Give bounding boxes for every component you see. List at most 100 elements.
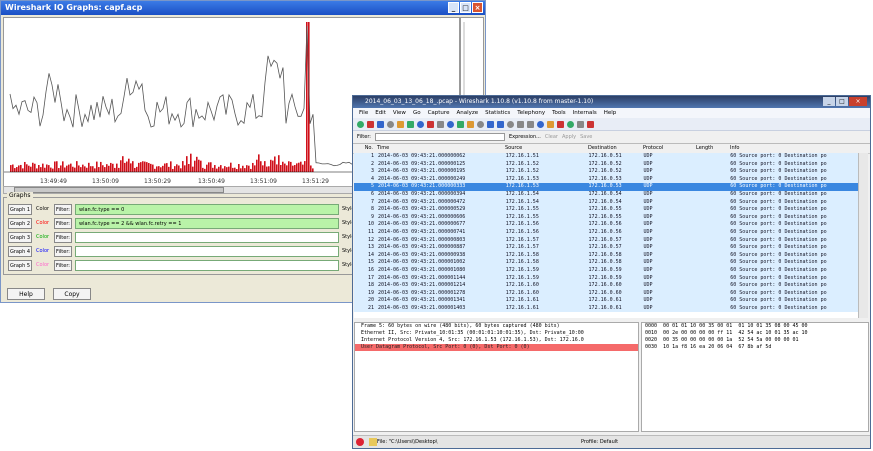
column-header[interactable]: Length <box>694 144 728 153</box>
packet-row[interactable]: 12 2014-06-03 09:43:21.000000803 172.16.1.… <box>354 236 858 245</box>
resize-columns-icon[interactable] <box>557 120 564 128</box>
restart-icon[interactable] <box>397 120 404 128</box>
detail-tree-item[interactable]: Internet Protocol Version 4, Src: 172.16… <box>355 337 638 344</box>
graph-toggle-button[interactable]: Graph 3 <box>8 232 32 243</box>
packet-row[interactable]: 11 2014-06-03 09:43:21.000000741 172.16.1.… <box>354 228 858 237</box>
close-icon[interactable]: × <box>472 2 483 13</box>
display-filter-input[interactable] <box>374 133 505 141</box>
last-packet-icon[interactable] <box>497 120 504 128</box>
menu-item[interactable]: Help <box>604 108 617 118</box>
maximize-icon[interactable]: □ <box>460 2 471 13</box>
packet-row[interactable]: 2 2014-06-03 09:43:21.000000125 172.16.1.5… <box>354 160 858 169</box>
expression-button[interactable]: Expression... <box>509 134 541 140</box>
packet-bytes-pane[interactable]: 0000 00 01 01 10 00 35 00 01 01 10 01 35… <box>641 322 869 432</box>
apply-button[interactable]: Apply <box>562 134 576 140</box>
graph-filter-button[interactable]: Filter: <box>54 204 72 215</box>
copy-button[interactable]: Copy <box>53 288 91 300</box>
first-packet-icon[interactable] <box>487 120 494 128</box>
graph-toggle-button[interactable]: Graph 5 <box>8 260 32 271</box>
detail-tree-item[interactable]: User Datagram Protocol, Src Port: 0 (0),… <box>355 344 638 351</box>
autoscroll-icon[interactable] <box>517 120 524 128</box>
graph-color-label[interactable]: Color <box>36 220 49 226</box>
graph-filter-input[interactable] <box>75 246 339 257</box>
graph-color-label[interactable]: Color <box>36 262 49 268</box>
save-button[interactable]: Save <box>580 134 592 140</box>
packet-row[interactable]: 6 2014-06-03 09:43:21.000000394 172.16.1.5… <box>354 190 858 199</box>
status-profile-text[interactable]: Profile: Default <box>581 436 618 448</box>
close-icon[interactable]: × <box>849 97 867 106</box>
scrollbar-thumb[interactable] <box>14 187 224 193</box>
go-to-icon[interactable] <box>477 120 484 128</box>
minimize-icon[interactable]: _ <box>823 97 835 106</box>
capture-filter-icon[interactable] <box>567 120 574 128</box>
graph-filter-input[interactable] <box>75 260 339 271</box>
packet-row[interactable]: 19 2014-06-03 09:43:21.000001278 172.16.1.… <box>354 289 858 298</box>
graph-filter-button[interactable]: Filter: <box>54 218 72 229</box>
zoom-out-icon[interactable] <box>537 120 544 128</box>
packet-row[interactable]: 18 2014-06-03 09:43:21.000001214 172.16.1.… <box>354 282 858 290</box>
packet-row[interactable]: 16 2014-06-03 09:43:21.000001080 172.16.1.… <box>354 266 858 275</box>
start-capture-icon[interactable] <box>377 120 384 128</box>
graph-color-label[interactable]: Color <box>36 234 49 240</box>
packet-list[interactable]: 1 2014-06-03 09:43:21.000000062 172.16.1.5… <box>354 153 858 318</box>
column-header[interactable]: Destination <box>586 144 641 153</box>
packet-row[interactable]: 1 2014-06-03 09:43:21.000000062 172.16.1.5… <box>354 153 858 161</box>
graph-toggle-button[interactable]: Graph 2 <box>8 218 32 229</box>
clear-button[interactable]: Clear <box>545 134 558 140</box>
menu-item[interactable]: Tools <box>552 108 566 118</box>
packet-row[interactable]: 8 2014-06-03 09:43:21.000000529 172.16.1.5… <box>354 206 858 214</box>
save-icon[interactable] <box>417 120 424 128</box>
column-header[interactable]: Time <box>375 144 503 153</box>
packet-row[interactable]: 10 2014-06-03 09:43:21.000000677 172.16.1.… <box>354 221 858 229</box>
help-button[interactable]: Help <box>7 288 45 300</box>
interface-list-icon[interactable] <box>357 120 364 128</box>
forward-icon[interactable] <box>467 120 474 128</box>
graph-toggle-button[interactable]: Graph 4 <box>8 246 32 257</box>
graph-color-label[interactable]: Color <box>36 206 49 212</box>
column-header[interactable]: Protocol <box>641 144 694 153</box>
packet-row[interactable]: 17 2014-06-03 09:43:21.000001144 172.16.1.… <box>354 274 858 283</box>
menu-item[interactable]: View <box>393 108 406 118</box>
menu-item[interactable]: Internals <box>573 108 597 118</box>
capture-status-icon[interactable] <box>356 438 364 446</box>
menu-item[interactable]: Edit <box>375 108 386 118</box>
menu-item[interactable]: File <box>359 108 368 118</box>
close-file-icon[interactable] <box>427 120 434 128</box>
graph-filter-input[interactable] <box>75 232 339 243</box>
column-header[interactable]: Info <box>728 144 858 153</box>
packet-row[interactable]: 3 2014-06-03 09:43:21.000000195 172.16.1.5… <box>354 168 858 176</box>
detail-tree-item[interactable]: Ethernet II, Src: Private_10:01:35 (00:0… <box>355 330 638 337</box>
menu-item[interactable]: Analyze <box>456 108 478 118</box>
menu-item[interactable]: Capture <box>428 108 450 118</box>
graph-toggle-button[interactable]: Graph 1 <box>8 204 32 215</box>
detail-tree-item[interactable]: Frame 5: 60 bytes on wire (480 bits), 60… <box>355 323 638 330</box>
packet-row[interactable]: 15 2014-06-03 09:43:21.000001002 172.16.1.… <box>354 259 858 267</box>
expert-info-icon[interactable] <box>368 438 377 446</box>
zoom-in-icon[interactable] <box>527 120 534 128</box>
packet-row[interactable]: 9 2014-06-03 09:43:21.000000606 172.16.1.5… <box>354 213 858 222</box>
packet-row[interactable]: 5 2014-06-03 09:43:21.000000333 172.16.1.5… <box>354 183 858 191</box>
graph-filter-button[interactable]: Filter: <box>54 246 72 257</box>
menu-item[interactable]: Go <box>413 108 421 118</box>
open-icon[interactable] <box>407 120 414 128</box>
graph-color-label[interactable]: Color <box>36 248 49 254</box>
colorize-icon[interactable] <box>507 120 514 128</box>
menu-item[interactable]: Telephony <box>517 108 545 118</box>
graph-filter-input[interactable]: wlan.fc.type == 2 && wlan.fc.retry == 1 <box>75 218 339 229</box>
normal-size-icon[interactable] <box>547 120 554 128</box>
packet-row[interactable]: 20 2014-06-03 09:43:21.000001341 172.16.1.… <box>354 297 858 305</box>
packet-row[interactable]: 14 2014-06-03 09:43:21.000000938 172.16.1.… <box>354 251 858 260</box>
graph-filter-button[interactable]: Filter: <box>54 232 72 243</box>
column-header[interactable]: No. <box>353 144 375 153</box>
packet-details-pane[interactable]: Frame 5: 60 bytes on wire (480 bits), 60… <box>354 322 639 432</box>
packet-row[interactable]: 7 2014-06-03 09:43:21.000000472 172.16.1.5… <box>354 198 858 207</box>
minimize-icon[interactable]: _ <box>448 2 459 13</box>
packet-row[interactable]: 13 2014-06-03 09:43:21.000000887 172.16.1.… <box>354 244 858 252</box>
packet-row[interactable]: 4 2014-06-03 09:43:21.000000249 172.16.1.5… <box>354 175 858 184</box>
packet-row[interactable]: 21 2014-06-03 09:43:21.000001403 172.16.1.… <box>354 304 858 313</box>
coloring-rules-icon[interactable] <box>587 120 594 128</box>
back-icon[interactable] <box>457 120 464 128</box>
graph-filter-input[interactable]: wlan.fc.type == 0 <box>75 204 339 215</box>
stop-capture-icon[interactable] <box>387 120 394 128</box>
find-icon[interactable] <box>447 120 454 128</box>
